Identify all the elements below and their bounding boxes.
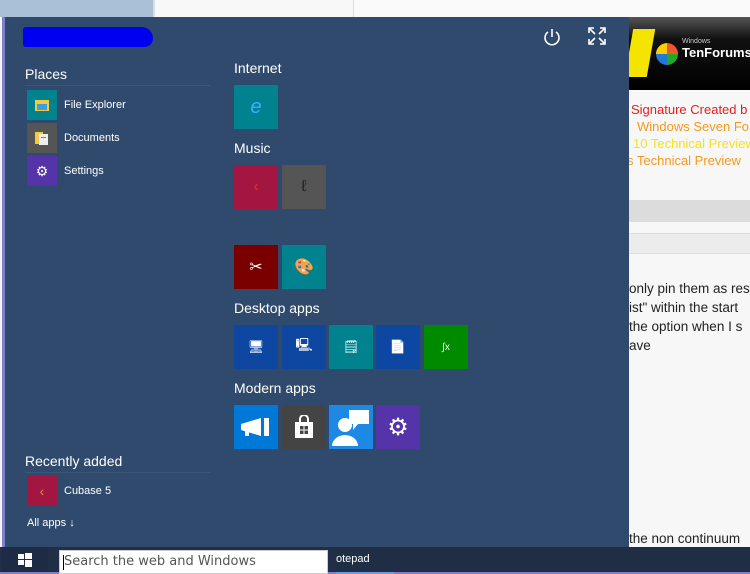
place-label: Settings <box>64 165 104 177</box>
background-webpage: Windows TenForums Signature Created b Wi… <box>629 17 750 547</box>
place-settings[interactable]: ⚙ Settings <box>27 156 104 186</box>
place-documents[interactable]: Documents <box>27 123 120 153</box>
wordpad-icon: 📄 <box>389 339 407 354</box>
tile-remote-desktop[interactable]: 🖥 <box>234 325 278 369</box>
forum-bar <box>629 233 750 254</box>
divider <box>25 85 210 86</box>
signature-line: Windows Seven Fo <box>637 119 749 134</box>
background-window-strip <box>0 0 153 17</box>
start-menu: Places File Explorer Documents ⚙ Setting… <box>2 17 629 547</box>
banner-title: TenForums <box>682 45 750 60</box>
tile-math-input[interactable]: ∫x <box>424 325 468 369</box>
windows-logo-icon <box>18 552 32 567</box>
forum-banner: Windows TenForums <box>629 17 750 90</box>
signature-line: s Technical Preview <box>629 153 741 168</box>
places-heading: Places <box>25 66 68 82</box>
background-window-strip <box>353 0 750 17</box>
user-account[interactable] <box>23 27 153 47</box>
post-text-line: ave <box>629 338 651 353</box>
group-heading-music: Music <box>234 140 271 156</box>
post-text-line: the non continuum <box>629 531 741 546</box>
group-heading-desktop-apps: Desktop apps <box>234 300 320 316</box>
tile-mic-app[interactable]: ℓ <box>282 165 326 209</box>
ie-icon: e <box>250 95 262 118</box>
windows-logo-icon <box>656 43 678 65</box>
expand-button[interactable] <box>587 26 607 46</box>
gear-icon: ⚙ <box>387 413 409 441</box>
notepad-icon: 🗒 <box>342 339 360 354</box>
banner-small-text: Windows <box>682 38 711 45</box>
post-text-line: ist" within the start <box>629 300 739 315</box>
recent-item-label: Cubase 5 <box>64 485 112 497</box>
place-label: Documents <box>64 132 120 144</box>
contact-icon <box>332 410 369 446</box>
documents-icon <box>27 123 57 153</box>
gear-icon: ⚙ <box>27 156 57 186</box>
megaphone-icon <box>241 418 269 436</box>
expand-icon <box>588 27 606 45</box>
post-text-line: only pin them as res <box>629 281 750 296</box>
tile-snipping-tool[interactable]: ✂ <box>234 245 278 289</box>
post-text-line: the option when I s <box>629 319 743 334</box>
background-window-strip <box>153 0 353 17</box>
math-icon: ∫x <box>442 341 450 353</box>
recent-item-cubase[interactable]: ‹ Cubase 5 <box>27 476 111 506</box>
tile-notepad[interactable]: 🗒 <box>329 325 373 369</box>
group-heading-modern-apps: Modern apps <box>234 380 316 396</box>
place-label: File Explorer <box>64 99 126 111</box>
paint-icon: 🎨 <box>294 259 314 276</box>
computer-icon: 🖳 <box>295 337 313 352</box>
remote-desktop-icon: 🖥 <box>247 339 265 354</box>
signature-line: 10 Technical Preview <box>633 136 750 151</box>
search-input[interactable]: Search the web and Windows <box>59 550 328 574</box>
place-file-explorer[interactable]: File Explorer <box>27 90 126 120</box>
tile-cubase[interactable]: ‹ <box>234 165 278 209</box>
taskbar-app-notepad[interactable]: otepad <box>336 547 750 572</box>
cubase-icon: ‹ <box>27 476 57 506</box>
start-button[interactable] <box>2 547 48 572</box>
snipping-icon: ✂ <box>249 259 263 276</box>
group-heading-internet: Internet <box>234 60 282 76</box>
tile-internet-explorer[interactable]: e <box>234 85 278 129</box>
forum-bar <box>629 200 750 222</box>
tile-contact-support[interactable] <box>329 405 373 449</box>
all-apps-button[interactable]: All apps ↓ <box>27 517 75 529</box>
tile-feedback[interactable] <box>234 405 278 449</box>
folder-icon <box>27 90 57 120</box>
store-icon <box>295 415 313 438</box>
taskbar: Search the web and Windows otepad <box>0 547 750 574</box>
recently-added-heading: Recently added <box>25 453 123 469</box>
power-button[interactable] <box>542 27 562 47</box>
tile-store[interactable] <box>282 405 326 449</box>
microphone-icon: ℓ <box>301 178 307 195</box>
tile-computer[interactable]: 🖳 <box>282 325 326 369</box>
power-icon <box>544 29 560 46</box>
cubase-icon: ‹ <box>253 178 259 195</box>
divider <box>25 472 210 473</box>
tile-paint[interactable]: 🎨 <box>282 245 326 289</box>
signature-line: Signature Created b <box>631 102 748 117</box>
tile-pc-settings[interactable]: ⚙ <box>376 405 420 449</box>
tile-wordpad[interactable]: 📄 <box>376 325 420 369</box>
